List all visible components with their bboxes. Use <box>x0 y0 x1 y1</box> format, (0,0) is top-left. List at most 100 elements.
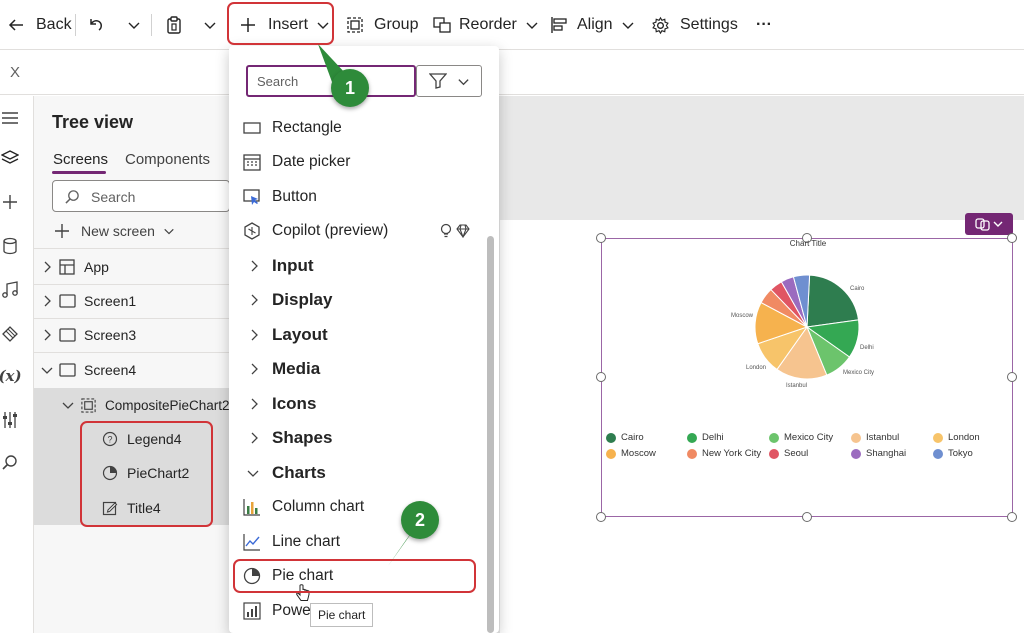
clipboard-icon <box>167 16 181 34</box>
legend-entry: Mexico City <box>769 432 833 443</box>
menu-category-charts[interactable]: Charts <box>229 456 491 490</box>
menu-category-icons[interactable]: Icons <box>229 387 491 421</box>
media-icon[interactable] <box>0 278 20 302</box>
line-chart-icon <box>242 532 262 552</box>
menu-category-input[interactable]: Input <box>229 249 491 283</box>
paste-button[interactable] <box>164 0 184 50</box>
more-options-button[interactable]: ··· <box>756 0 772 50</box>
tree-item-label: App <box>84 259 109 275</box>
database-icon[interactable] <box>0 234 20 258</box>
tree-item-screen1[interactable]: Screen1 <box>34 284 230 318</box>
tree-item-app[interactable]: App <box>34 250 230 284</box>
chevron-right-icon <box>251 363 258 375</box>
legend-label: Moscow <box>621 448 656 459</box>
menu-category-display[interactable]: Display <box>229 283 491 317</box>
chevron-down-icon <box>204 22 216 29</box>
tab-screens[interactable]: Screens <box>53 151 108 168</box>
property-value: X <box>10 64 21 81</box>
new-screen-label: New screen <box>81 223 155 239</box>
menu-item-line-chart[interactable]: Line chart <box>229 525 491 559</box>
legend-entry: Shanghai <box>851 448 906 459</box>
active-tab-indicator <box>52 171 106 174</box>
chevron-down-icon <box>128 22 140 29</box>
menu-category-label: Layout <box>272 325 328 344</box>
calendar-icon <box>242 152 262 172</box>
screen-icon <box>59 328 76 342</box>
arrow-left-icon <box>8 19 23 31</box>
paste-dropdown[interactable] <box>203 0 217 50</box>
search-icon[interactable] <box>0 450 20 474</box>
reorder-button[interactable]: Reorder <box>433 0 539 50</box>
legend-label: Tokyo <box>948 448 973 459</box>
legend-label: Shanghai <box>866 448 907 459</box>
resize-handle[interactable] <box>1007 233 1017 243</box>
plus-icon[interactable] <box>0 190 20 214</box>
tab-components[interactable]: Components <box>125 151 210 168</box>
menu-category-label: Icons <box>272 394 317 413</box>
tree-item-screen3[interactable]: Screen3 <box>34 318 230 352</box>
screen-icon <box>59 294 76 308</box>
resize-handle[interactable] <box>596 372 606 382</box>
menu-item-column-chart[interactable]: Column chart <box>229 490 491 524</box>
copilot-icon <box>975 218 1003 231</box>
resize-handle[interactable] <box>596 512 606 522</box>
step-badge-1: 1 <box>331 69 369 107</box>
menu-item-copilot[interactable]: Copilot (preview) <box>229 214 491 248</box>
slice-label-delhi: Delhi <box>860 345 874 351</box>
menu-scrollbar[interactable] <box>487 236 494 633</box>
menu-category-layout[interactable]: Layout <box>229 318 491 352</box>
tree-item-compositepiechart2[interactable]: CompositePieChart2 <box>34 388 230 422</box>
divider <box>34 248 234 249</box>
button-icon <box>242 187 262 207</box>
filter-button[interactable] <box>416 65 482 97</box>
legend-label: Cairo <box>621 432 644 443</box>
formula-bar[interactable]: X <box>0 50 1024 95</box>
copilot-icon <box>242 221 262 241</box>
copilot-chip[interactable] <box>965 213 1013 235</box>
menu-item-date-picker[interactable]: Date picker <box>229 145 491 179</box>
panel-title: Tree view <box>52 112 134 132</box>
resize-handle[interactable] <box>802 512 812 522</box>
variables-icon[interactable]: (x) <box>0 364 22 388</box>
undo-dropdown[interactable] <box>127 0 141 50</box>
legend-entry: Istanbul <box>851 432 899 443</box>
pie-chart[interactable]: Cairo Delhi Mexico City Istanbul London … <box>730 255 900 395</box>
menu-item-label: Line chart <box>272 533 341 550</box>
menu-category-media[interactable]: Media <box>229 352 491 386</box>
layers-icon[interactable] <box>0 146 20 170</box>
lightbulb-icon <box>440 223 452 238</box>
command-bar: Back Insert Group Reorder Align Settings… <box>0 0 1024 50</box>
align-label: Align <box>577 16 613 33</box>
back-label: Back <box>36 16 72 33</box>
resize-handle[interactable] <box>1007 512 1017 522</box>
power-bi-icon <box>242 601 262 621</box>
theme-icon[interactable] <box>0 322 20 346</box>
settings-button[interactable]: Settings <box>651 0 738 50</box>
undo-button[interactable] <box>86 0 106 50</box>
legend-label: Delhi <box>702 432 724 443</box>
advanced-tools-icon[interactable] <box>0 408 20 432</box>
slice-label-cairo: Cairo <box>850 286 865 292</box>
reorder-label: Reorder <box>459 16 517 33</box>
legend-swatch <box>687 432 697 443</box>
tree-item-screen4[interactable]: Screen4 <box>34 353 230 387</box>
legend-label: Seoul <box>784 448 809 459</box>
chevron-down-icon <box>457 78 469 85</box>
chart-title: Chart Title <box>789 239 827 248</box>
resize-handle[interactable] <box>1007 372 1017 382</box>
menu-item-rectangle[interactable]: Rectangle <box>229 111 491 145</box>
legend-swatch <box>606 448 616 459</box>
diamond-icon <box>456 224 470 238</box>
chevron-down-icon <box>622 22 634 29</box>
tooltip: Pie chart <box>310 603 374 627</box>
back-button[interactable]: Back <box>6 0 72 50</box>
tree-search-input[interactable]: Search <box>52 180 230 212</box>
legend-entry: Seoul <box>769 448 808 459</box>
menu-item-button[interactable]: Button <box>229 180 491 214</box>
hamburger-icon[interactable] <box>0 106 20 130</box>
resize-handle[interactable] <box>596 233 606 243</box>
chevron-down-icon <box>526 22 538 29</box>
align-button[interactable]: Align <box>550 0 635 50</box>
menu-category-shapes[interactable]: Shapes <box>229 421 491 455</box>
new-screen-button[interactable]: New screen <box>54 220 175 242</box>
